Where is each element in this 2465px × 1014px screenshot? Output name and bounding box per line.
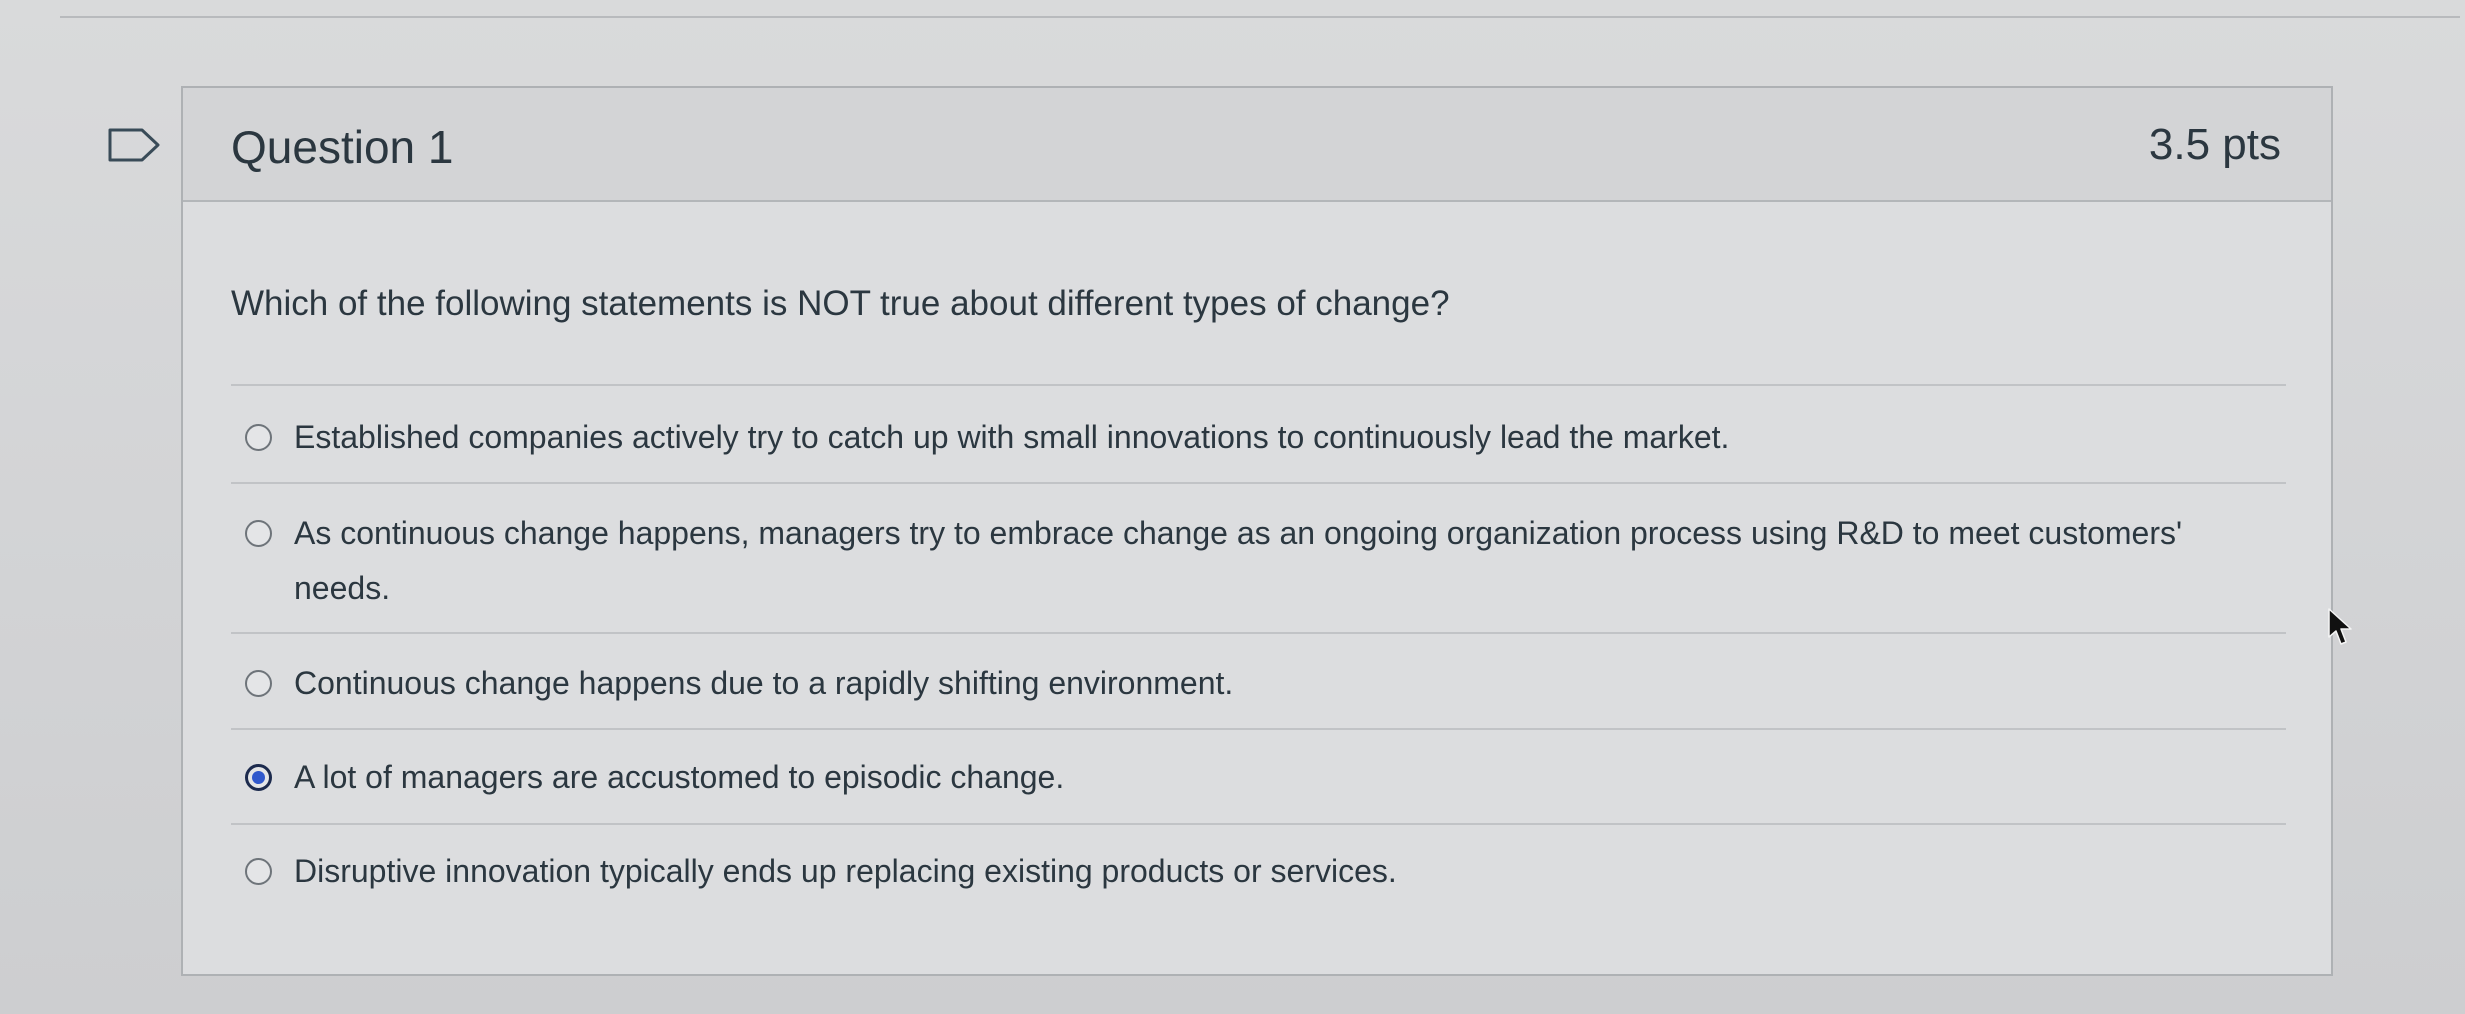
question-header: Question 1 3.5 pts — [183, 88, 2331, 202]
answer-divider — [231, 728, 2286, 730]
radio-button[interactable] — [245, 670, 272, 697]
answer-divider — [231, 384, 2286, 386]
radio-button[interactable] — [245, 858, 272, 885]
flag-outline-icon[interactable] — [108, 128, 160, 162]
answer-label: Established companies actively try to ca… — [294, 419, 1730, 455]
answer-option-2[interactable]: As continuous change happens, managers t… — [245, 506, 2285, 630]
answer-label: As continuous change happens, managers t… — [294, 515, 2183, 606]
question-title: Question 1 — [231, 121, 454, 173]
answer-label: A lot of managers are accustomed to epis… — [294, 759, 1065, 795]
answer-divider — [231, 482, 2286, 484]
answer-divider — [231, 823, 2286, 825]
page-divider — [60, 16, 2460, 18]
answer-divider — [231, 632, 2286, 634]
radio-button[interactable] — [245, 520, 272, 547]
question-text: Which of the following statements is NOT… — [231, 284, 1450, 323]
question-points: 3.5 pts — [2148, 120, 2281, 169]
answer-option-4[interactable]: A lot of managers are accustomed to epis… — [245, 750, 2285, 822]
answer-option-1[interactable]: Established companies actively try to ca… — [245, 410, 2285, 482]
mouse-pointer-icon — [2328, 608, 2352, 645]
answer-label: Disruptive innovation typically ends up … — [294, 853, 1397, 889]
question-card: Question 1 3.5 pts Which of the followin… — [181, 86, 2333, 976]
answer-option-3[interactable]: Continuous change happens due to a rapid… — [245, 656, 2285, 728]
answer-option-5[interactable]: Disruptive innovation typically ends up … — [245, 844, 2285, 916]
radio-button-selected[interactable] — [245, 764, 272, 791]
radio-button[interactable] — [245, 424, 272, 451]
answer-label: Continuous change happens due to a rapid… — [294, 665, 1234, 701]
